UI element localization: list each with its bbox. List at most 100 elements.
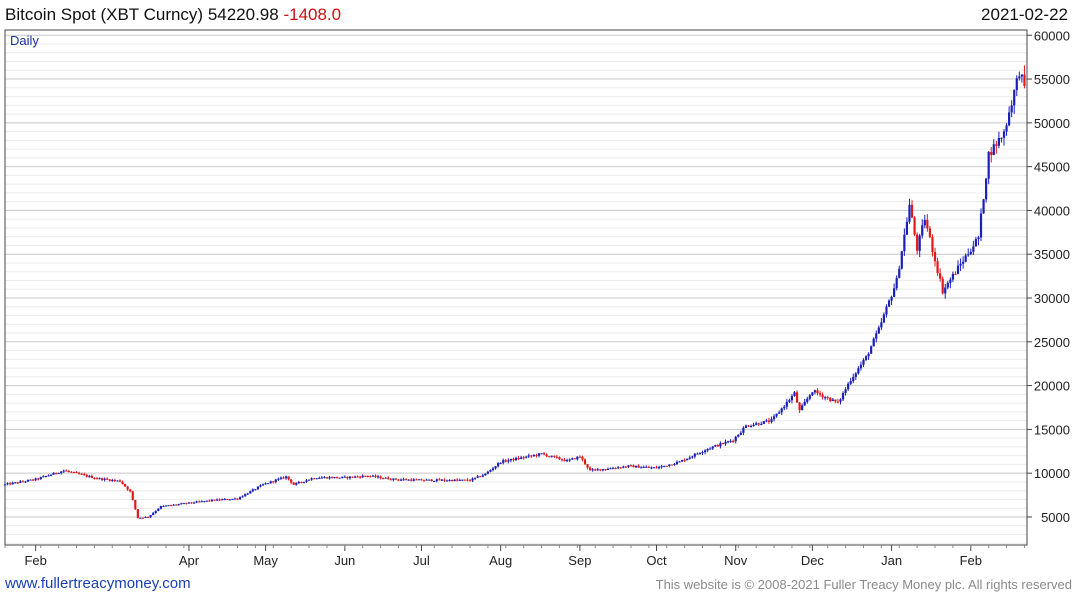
candle-body [703,450,707,453]
candle-body [185,503,188,505]
candle-body [946,282,949,288]
candle-body [382,478,385,480]
website-link[interactable]: www.fullertreacymoney.com [5,575,191,592]
candle-body [719,443,722,447]
candle-body [295,482,298,485]
candle-body [775,413,778,417]
candle-body [159,506,162,509]
candle-body [578,456,581,458]
candle-body [611,468,615,470]
candle-body [106,478,109,480]
candle-body [34,478,37,481]
candle-body [622,466,625,468]
candle-body [660,466,663,468]
candle-body [126,486,129,490]
candle-body [167,505,170,507]
candle-body [226,499,229,501]
candle-body [118,480,122,482]
candle-body [818,393,822,395]
candle-body [274,479,277,482]
candle-body [959,263,962,266]
candle-body [484,473,487,476]
candle-body [749,425,753,427]
candle-body [813,390,817,393]
candle-body [192,502,196,504]
candle-body [428,479,431,481]
candle-body [905,221,909,235]
candle-body [175,504,178,506]
x-tick-label: Feb [960,553,982,568]
candle-body [103,478,106,480]
candle-body [668,464,671,466]
candle-body [62,470,65,472]
candle-body [808,395,811,399]
candle-body [795,392,799,403]
candle-body [351,476,354,478]
candle-body [100,478,104,480]
candle-body [586,464,589,468]
candle-body [596,469,599,471]
candle-body [601,469,604,471]
candle-body [410,479,413,481]
candle-body [246,493,249,495]
candle-body [652,467,656,469]
candle-body [875,333,878,339]
candle-body [284,476,288,479]
candle-body [535,455,538,457]
candle-body [1010,105,1013,113]
y-tick-label: 5000 [1041,510,1070,525]
candle-body [83,474,86,476]
candle-body [198,501,201,503]
candle-body [583,459,587,465]
candle-body [134,499,137,510]
candle-body [709,448,712,450]
candle-body [670,464,673,466]
candle-body [790,396,794,401]
candle-body [898,268,901,278]
candle-body [277,478,280,480]
candle-body [474,477,477,479]
candle-body [249,491,252,494]
candle-body [540,453,543,455]
candle-body [1005,125,1008,132]
candle-body [737,434,740,437]
candle-body [75,472,78,474]
candle-body [346,476,349,479]
candle-body [509,458,512,461]
candle-body [72,472,76,474]
candle-body [798,402,801,411]
candle-body [852,376,855,382]
candle-body [139,517,142,519]
candle-body [877,327,880,334]
candle-body [233,498,237,500]
candle-body [57,473,60,475]
candle-body [801,405,804,411]
candle-body [445,480,449,482]
candle-body [213,499,216,501]
candle-body [461,479,464,481]
candle-body [867,353,870,357]
candle-body [279,477,283,479]
candle-body [402,479,405,481]
candle-body [859,364,863,369]
candle-body [297,481,300,483]
candle-body [591,469,594,471]
x-tick-label: Dec [801,553,825,568]
candle-body [384,477,387,479]
candle-body [675,461,679,465]
candle-body [928,228,932,238]
candle-body [236,498,239,500]
candle-body [885,306,888,315]
candle-body [1020,74,1023,77]
candle-body [548,456,551,458]
candle-body [765,420,768,422]
period-label: Daily [10,33,39,48]
candle-body [129,489,132,492]
y-tick-label: 15000 [1034,422,1070,437]
candle-body [974,239,977,247]
candle-body [341,476,344,478]
x-tick-label: Aug [489,553,512,568]
candle-body [19,481,22,483]
candle-body [834,399,837,402]
candle-body [305,480,308,482]
